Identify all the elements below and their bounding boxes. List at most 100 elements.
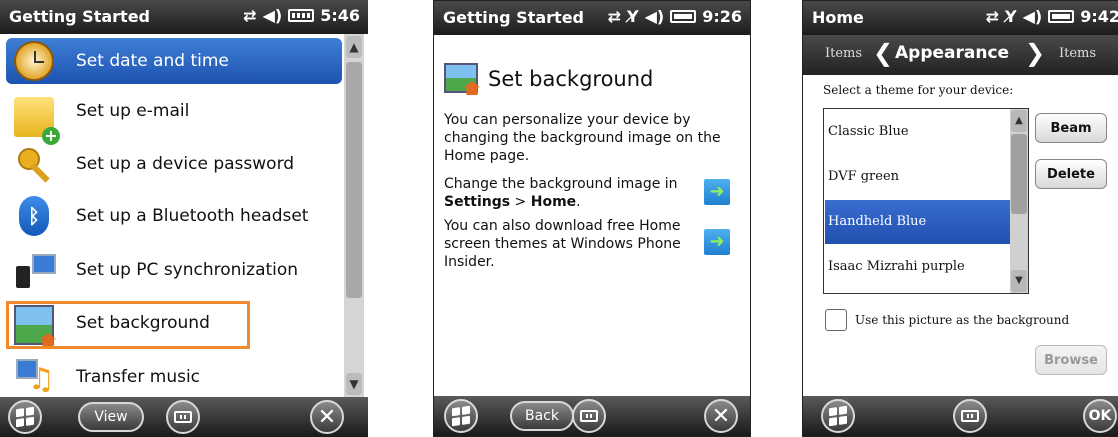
- connectivity-icon: ⇄: [243, 5, 257, 25]
- browse-button[interactable]: Browse: [1035, 345, 1107, 375]
- keyboard-button[interactable]: [572, 399, 606, 433]
- separator-text: >: [510, 194, 531, 210]
- list-item[interactable]: Set date and time: [6, 38, 342, 84]
- clock-icon: [14, 41, 54, 81]
- bluetooth-icon: ᛒ: [19, 196, 49, 236]
- clock-time: 9:26: [702, 7, 742, 26]
- softkey-bar: Back ✕: [434, 396, 750, 436]
- music-icon: [14, 357, 55, 397]
- email-icon: [14, 97, 60, 145]
- list-item[interactable]: ᛒ Set up a Bluetooth headset: [6, 193, 342, 239]
- scroll-thumb[interactable]: [1011, 134, 1027, 214]
- no-signal-icon: Y̸: [1004, 6, 1017, 26]
- windows-logo-icon: [452, 405, 470, 427]
- status-title: Getting Started: [9, 7, 150, 26]
- status-bar: Home ⇄ Y̸ ◀︎) 9:42: [803, 1, 1118, 35]
- status-title: Home: [812, 8, 864, 27]
- list-item-label: Transfer music: [76, 367, 201, 387]
- clock-time: 5:46: [320, 6, 360, 25]
- status-icons[interactable]: ⇄ ◀︎) 5:46: [243, 6, 360, 25]
- appearance-settings-screen: Home ⇄ Y̸ ◀︎) 9:42 Items ❮ Appearance ❯ …: [802, 0, 1118, 437]
- list-item[interactable]: Set up e-mail: [6, 88, 342, 145]
- status-bar: Getting Started ⇄ ◀︎) 5:46: [0, 0, 368, 34]
- volume-icon: ◀︎): [1022, 6, 1043, 26]
- softkey-bar: OK: [803, 396, 1118, 436]
- volume-icon: ◀︎): [262, 5, 283, 25]
- view-button[interactable]: View: [78, 402, 144, 432]
- scroll-down-icon[interactable]: ▼: [1011, 270, 1027, 292]
- theme-option-selected[interactable]: Handheld Blue: [825, 200, 1011, 244]
- softkey-bar: View ✕: [0, 397, 368, 437]
- close-icon: ✕: [711, 403, 731, 429]
- volume-icon: ◀︎): [644, 6, 665, 26]
- help-paragraph: You can also download free Home screen t…: [444, 218, 681, 270]
- windows-logo-icon: [16, 406, 34, 428]
- scrollbar[interactable]: ▲ ▼: [344, 34, 364, 397]
- go-arrow-button[interactable]: ➜: [704, 229, 730, 255]
- theme-listbox[interactable]: Classic Blue DVF green Handheld Blue Isa…: [823, 108, 1029, 294]
- theme-option[interactable]: Classic Blue: [825, 110, 1011, 154]
- tab-items-right[interactable]: Items: [1059, 46, 1096, 61]
- keyboard-button[interactable]: [166, 400, 200, 434]
- status-bar: Getting Started ⇄ Y̸ ◀︎) 9:26: [434, 1, 750, 35]
- windows-logo-icon: [829, 405, 847, 427]
- theme-option[interactable]: Isaac Mizrahi purple: [825, 245, 1011, 289]
- battery-charging-icon: [1048, 10, 1075, 23]
- key-icon: [14, 144, 54, 184]
- period-text: .: [576, 194, 581, 210]
- help-paragraph: You can personalize your device by chang…: [444, 112, 721, 164]
- list-item[interactable]: Set up PC synchronization: [6, 247, 342, 293]
- keyboard-icon: [961, 410, 979, 422]
- list-item-label: Set up a Bluetooth headset: [76, 206, 309, 226]
- keyboard-button[interactable]: [953, 399, 987, 433]
- close-button[interactable]: ✕: [704, 399, 738, 433]
- listbox-scrollbar[interactable]: ▲ ▼: [1010, 109, 1028, 293]
- delete-button[interactable]: Delete: [1035, 159, 1107, 189]
- no-signal-icon: Y̸: [626, 6, 639, 26]
- scroll-down-icon[interactable]: ▼: [346, 373, 362, 395]
- connectivity-icon: ⇄: [985, 6, 999, 26]
- scroll-up-icon[interactable]: ▲: [1011, 110, 1027, 132]
- battery-icon: [288, 9, 315, 22]
- start-button[interactable]: [8, 400, 42, 434]
- ok-button[interactable]: OK: [1083, 399, 1117, 433]
- home-link-text: Home: [530, 194, 577, 210]
- theme-prompt: Select a theme for your device:: [823, 83, 1014, 97]
- beam-button[interactable]: Beam: [1035, 113, 1107, 143]
- status-icons[interactable]: ⇄ Y̸ ◀︎) 9:42: [986, 7, 1118, 26]
- status-icons[interactable]: ⇄ Y̸ ◀︎) 9:26: [608, 7, 742, 26]
- scroll-up-icon[interactable]: ▲: [346, 36, 362, 58]
- list-item-label: Set up PC synchronization: [76, 260, 299, 280]
- keyboard-icon: [580, 410, 598, 422]
- tab-appearance[interactable]: Appearance: [895, 43, 1009, 63]
- start-button[interactable]: [821, 399, 855, 433]
- set-background-help-screen: Getting Started ⇄ Y̸ ◀︎) 9:26 Set backgr…: [433, 0, 751, 437]
- start-button[interactable]: [444, 399, 478, 433]
- checkbox-label: Use this picture as the background: [855, 313, 1070, 327]
- highlight-box: [6, 301, 250, 349]
- getting-started-screen: Getting Started ⇄ ◀︎) 5:46 Set date and …: [0, 0, 368, 437]
- go-arrow-button[interactable]: ➜: [704, 179, 730, 205]
- chevron-right-icon[interactable]: ❯: [1025, 39, 1045, 67]
- keyboard-icon: [174, 411, 192, 423]
- background-icon: [444, 63, 478, 93]
- connectivity-icon: ⇄: [607, 6, 621, 26]
- help-content: Set background You can personalize your …: [434, 35, 750, 396]
- close-button[interactable]: ✕: [310, 400, 344, 434]
- list-item-label: Set up e-mail: [76, 101, 190, 121]
- back-button[interactable]: Back: [510, 401, 574, 431]
- use-picture-checkbox[interactable]: [825, 309, 847, 331]
- tab-items-left[interactable]: Items: [825, 46, 862, 61]
- help-header: Set background: [444, 53, 653, 93]
- pc-sync-icon: [14, 250, 56, 290]
- theme-option[interactable]: DVF green: [825, 155, 1011, 199]
- settings-link-text: Settings: [444, 194, 511, 210]
- clock-time: 9:42: [1080, 7, 1118, 26]
- arrow-right-icon: ➜: [709, 181, 725, 202]
- status-title: Getting Started: [443, 8, 584, 27]
- list-item[interactable]: Transfer music: [6, 354, 342, 400]
- scroll-thumb[interactable]: [346, 62, 362, 298]
- close-icon: ✕: [317, 404, 337, 430]
- chevron-left-icon[interactable]: ❮: [873, 39, 893, 67]
- list-item[interactable]: Set up a device password: [6, 141, 342, 187]
